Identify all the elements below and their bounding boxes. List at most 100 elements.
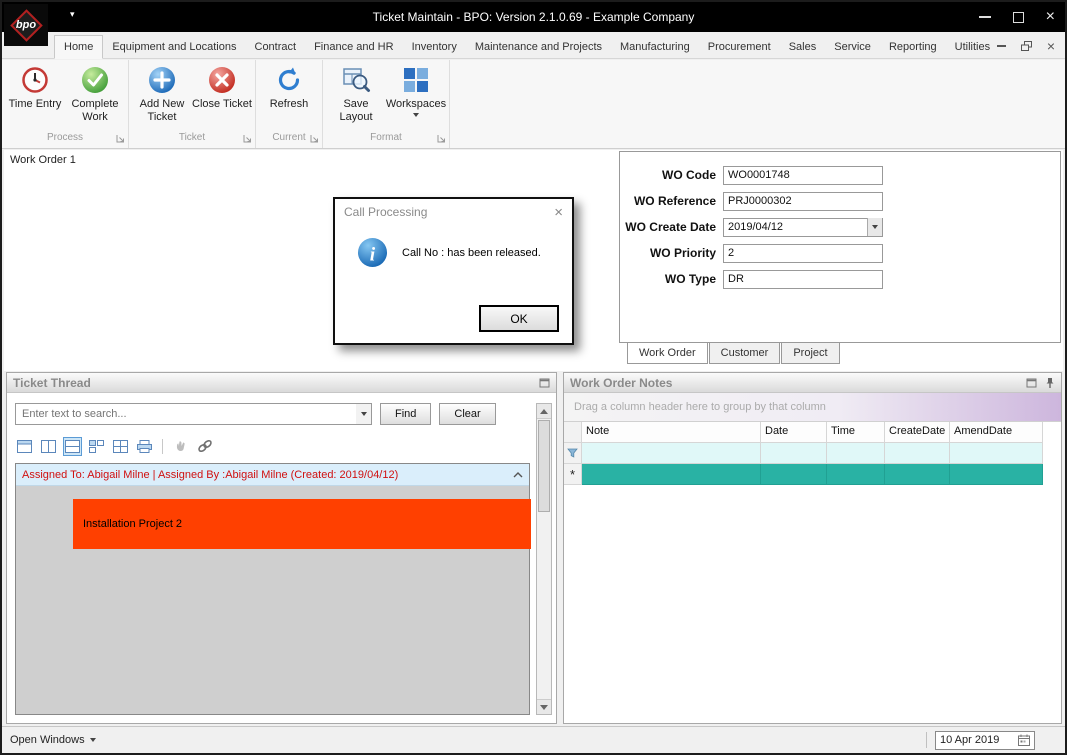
ribbon-tab-equipment-and-locations[interactable]: Equipment and Locations xyxy=(103,36,245,58)
window-maximize-icon[interactable] xyxy=(1012,11,1024,23)
notes-pin-icon[interactable] xyxy=(1045,377,1055,389)
thread-search-dropdown-icon[interactable] xyxy=(356,404,371,424)
ribbon-minimize-icon[interactable] xyxy=(996,45,1006,47)
notes-column-amenddate[interactable]: AmendDate xyxy=(950,422,1043,443)
thread-collapse-icon[interactable] xyxy=(513,469,523,481)
thread-print-icon[interactable] xyxy=(135,437,154,456)
thread-item-text: Installation Project 2 xyxy=(83,518,183,530)
find-button[interactable]: Find xyxy=(380,403,432,425)
thread-view-rows-icon[interactable] xyxy=(63,436,82,456)
close-ticket-button[interactable]: Close Ticket xyxy=(192,62,252,111)
window-close-icon[interactable]: × xyxy=(1046,9,1055,25)
notes-maximize-icon[interactable] xyxy=(1026,378,1037,388)
ribbon-tab-inventory[interactable]: Inventory xyxy=(403,36,466,58)
scrollbar-thumb[interactable] xyxy=(538,420,550,512)
ribbon-restore-icon[interactable] xyxy=(1020,40,1032,52)
ribbon-tab-sales[interactable]: Sales xyxy=(780,36,826,58)
ribbon-tab-reporting[interactable]: Reporting xyxy=(880,36,946,58)
wo-type-field[interactable] xyxy=(723,269,883,289)
notes-filter-date[interactable] xyxy=(761,443,827,464)
wo-create-date-label: WO Create Date xyxy=(625,220,716,234)
ribbon-tab-finance-and-hr[interactable]: Finance and HR xyxy=(305,36,403,58)
format-dialog-launcher-icon[interactable] xyxy=(437,134,446,146)
notes-column-date[interactable]: Date xyxy=(761,422,827,443)
tab-work-order[interactable]: Work Order xyxy=(627,343,708,364)
wo-create-date-field[interactable] xyxy=(723,217,883,237)
pan-hand-icon[interactable] xyxy=(171,437,190,456)
tab-project[interactable]: Project xyxy=(781,343,840,364)
ribbon-tab-contract[interactable]: Contract xyxy=(246,36,306,58)
dialog-close-icon[interactable]: × xyxy=(554,205,563,220)
notes-filter-amenddate[interactable] xyxy=(950,443,1043,464)
complete-work-label: Complete Work xyxy=(71,98,119,123)
thread-search-input[interactable] xyxy=(15,403,372,425)
ticket-dialog-launcher-icon[interactable] xyxy=(243,134,252,146)
notes-header: Work Order Notes xyxy=(564,373,1061,393)
notes-group-hint: Drag a column header here to group by th… xyxy=(574,401,826,413)
notes-newrow-note[interactable] xyxy=(582,464,761,485)
add-new-ticket-label: Add New Ticket xyxy=(139,98,185,123)
ticket-thread-maximize-icon[interactable] xyxy=(539,378,550,388)
link-icon[interactable] xyxy=(195,437,214,456)
notes-group-bar[interactable]: Drag a column header here to group by th… xyxy=(564,393,1061,422)
ribbon-tab-home[interactable]: Home xyxy=(54,35,104,59)
call-processing-dialog: Call Processing × i Call No : has been r… xyxy=(333,197,574,345)
notes-filter-createdate[interactable] xyxy=(885,443,950,464)
notes-indicator-header xyxy=(564,422,582,443)
thread-item[interactable]: Installation Project 2 xyxy=(73,499,531,549)
scrollbar-up-icon[interactable] xyxy=(537,404,551,419)
info-icon: i xyxy=(357,237,388,268)
workspaces-button[interactable]: Workspaces xyxy=(386,62,446,117)
refresh-button[interactable]: Refresh xyxy=(259,62,319,111)
ribbon-tab-utilities[interactable]: Utilities xyxy=(946,36,999,58)
wo-reference-field[interactable] xyxy=(723,191,883,211)
notes-filter-note[interactable] xyxy=(582,443,761,464)
wo-create-date-dropdown-icon[interactable] xyxy=(867,218,882,236)
clear-button[interactable]: Clear xyxy=(439,403,496,425)
notes-column-createdate[interactable]: CreateDate xyxy=(885,422,950,443)
work-order-notes-panel: Work Order Notes Drag a column header he… xyxy=(563,372,1062,724)
bottom-area: Ticket Thread Find Clear xyxy=(4,371,1063,726)
process-dialog-launcher-icon[interactable] xyxy=(116,134,125,146)
ribbon-tab-procurement[interactable]: Procurement xyxy=(699,36,780,58)
tab-customer[interactable]: Customer xyxy=(708,343,781,364)
thread-view-list-icon[interactable] xyxy=(87,437,106,456)
notes-newrow-amenddate[interactable] xyxy=(950,464,1043,485)
thread-view-toolbar xyxy=(15,435,214,457)
save-layout-button[interactable]: Save Layout xyxy=(326,62,386,123)
app-logo[interactable]: bpo xyxy=(4,4,48,46)
ribbon-tab-maintenance-and-projects[interactable]: Maintenance and Projects xyxy=(466,36,611,58)
add-new-ticket-button[interactable]: Add New Ticket xyxy=(132,62,192,123)
ribbon-close-icon[interactable]: × xyxy=(1047,39,1055,53)
ribbon-tab-manufacturing[interactable]: Manufacturing xyxy=(611,36,699,58)
open-windows-button[interactable]: Open Windows xyxy=(10,734,96,746)
ribbon-group-format: Save Layout Workspaces Format xyxy=(323,60,450,148)
thread-view-columns-icon[interactable] xyxy=(39,437,58,456)
status-date-picker[interactable]: 10 Apr 2019 xyxy=(935,730,1035,750)
time-entry-button[interactable]: Time Entry xyxy=(5,62,65,111)
notes-newrow-date[interactable] xyxy=(761,464,827,485)
window-minimize-icon[interactable] xyxy=(978,16,991,18)
scrollbar-down-icon[interactable] xyxy=(537,699,551,714)
thread-scrollbar[interactable] xyxy=(536,403,552,715)
wo-priority-field[interactable] xyxy=(723,243,883,263)
titlebar: ▾ Ticket Maintain - BPO: Version 2.1.0.6… xyxy=(2,2,1065,32)
complete-work-button[interactable]: Complete Work xyxy=(65,62,125,123)
thread-group-row[interactable]: Assigned To: Abigail Milne | Assigned By… xyxy=(16,464,529,486)
notes-column-time[interactable]: Time xyxy=(827,422,885,443)
ribbon-tab-service[interactable]: Service xyxy=(825,36,880,58)
ribbon-group-format-label: Format xyxy=(326,131,446,148)
thread-view-single-icon[interactable] xyxy=(15,437,34,456)
complete-work-icon xyxy=(82,67,108,93)
notes-newrow-time[interactable] xyxy=(827,464,885,485)
ribbon-group-current: Refresh Current xyxy=(256,60,323,148)
thread-view-grid-icon[interactable] xyxy=(111,437,130,456)
dialog-ok-button[interactable]: OK xyxy=(479,305,559,332)
notes-filter-time[interactable] xyxy=(827,443,885,464)
thread-assigned-text: Assigned To: Abigail Milne | Assigned By… xyxy=(22,468,399,481)
wo-code-field[interactable] xyxy=(723,165,883,185)
notes-column-note[interactable]: Note xyxy=(582,422,761,443)
notes-newrow-createdate[interactable] xyxy=(885,464,950,485)
wo-code-label: WO Code xyxy=(662,168,716,182)
current-dialog-launcher-icon[interactable] xyxy=(310,134,319,146)
